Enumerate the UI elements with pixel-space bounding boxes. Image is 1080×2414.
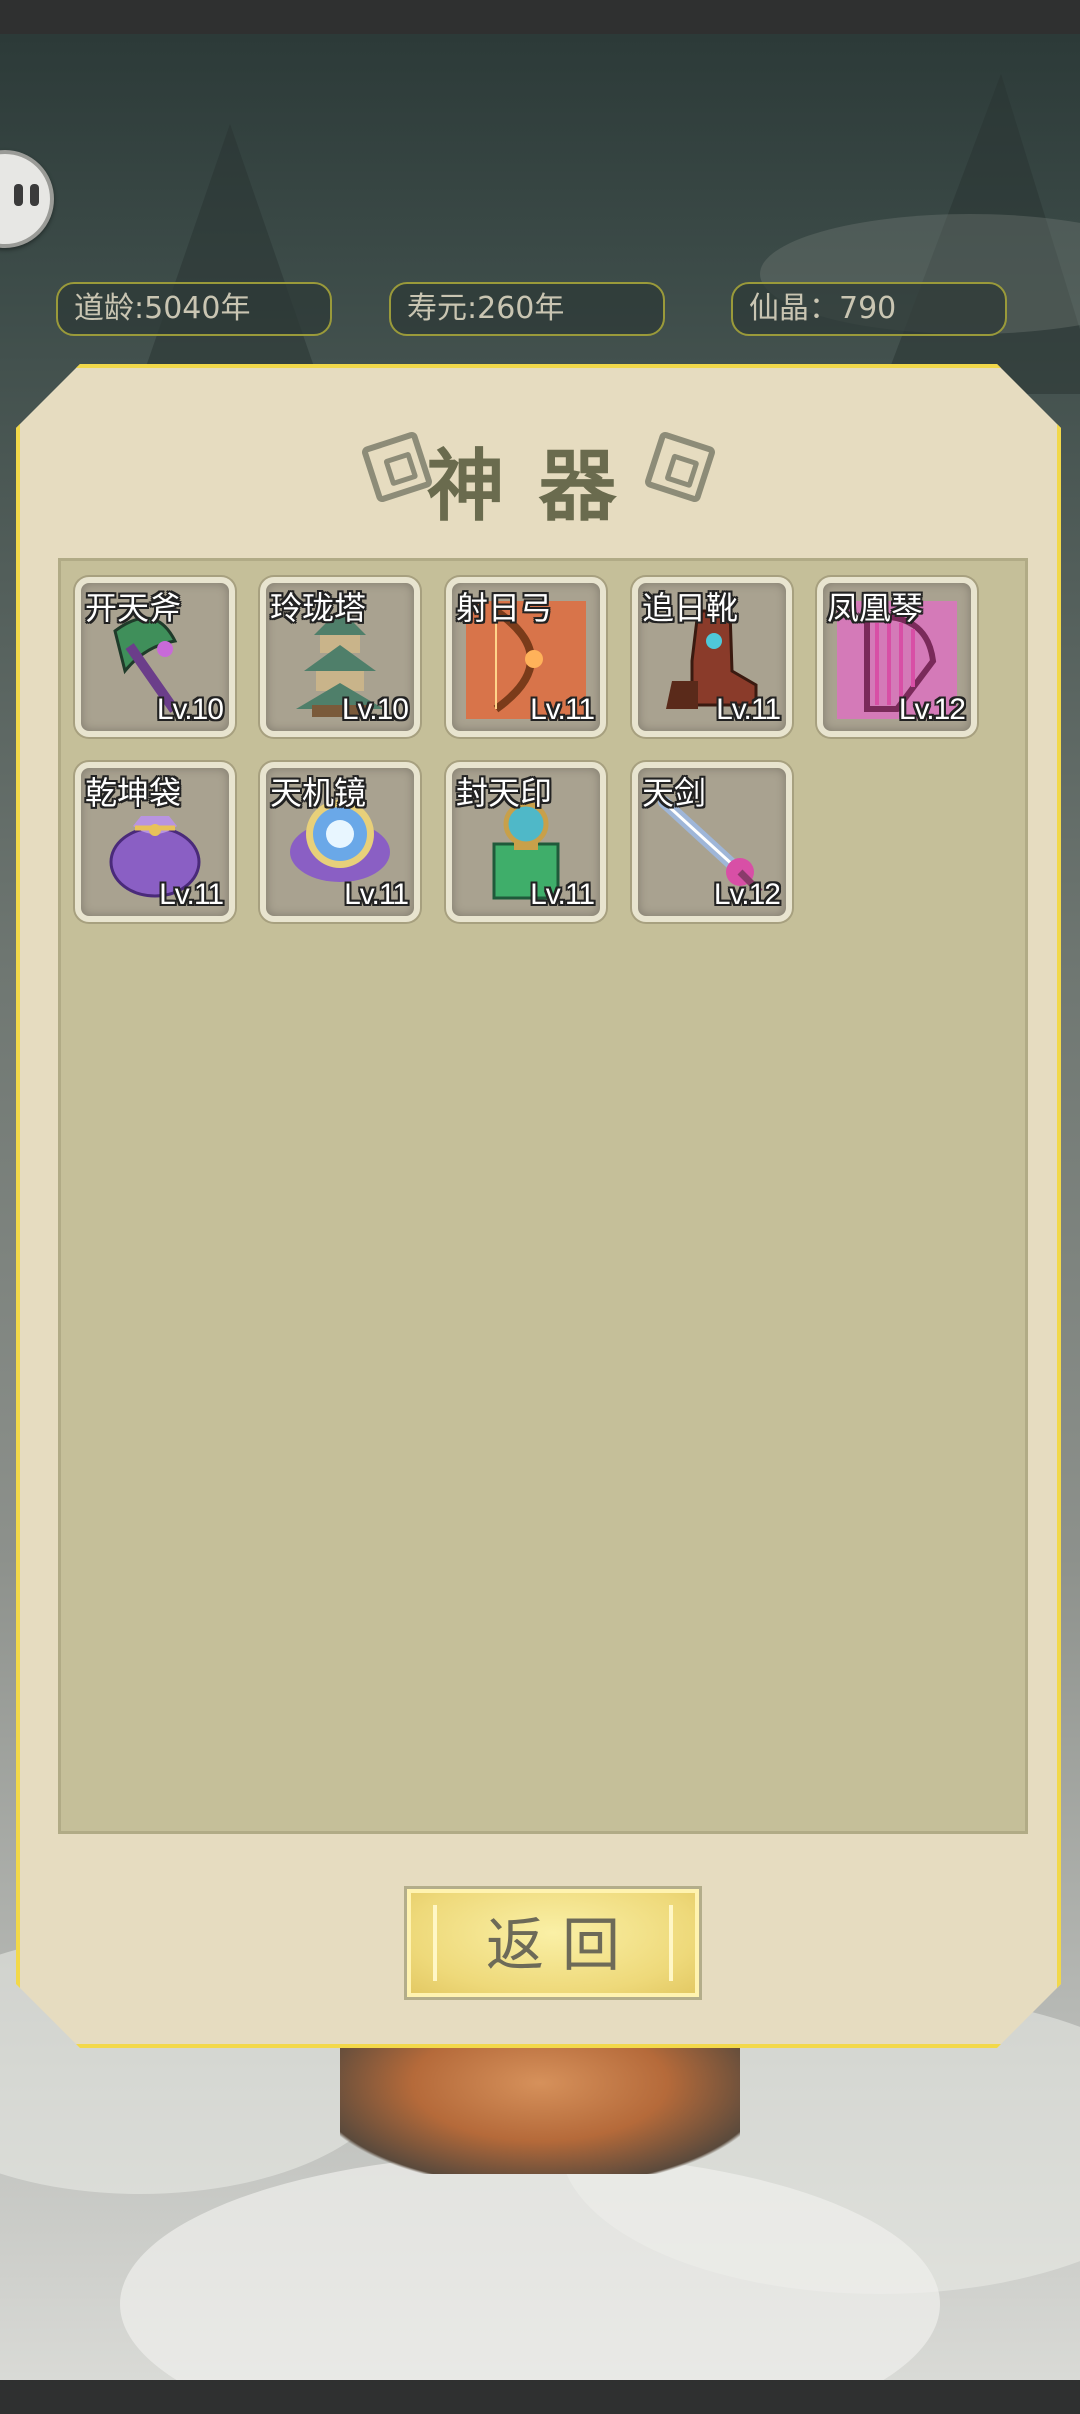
artifact-name: 凤凰琴 (827, 589, 924, 627)
robot-eye (14, 184, 23, 206)
artifact-tile[interactable]: 天剑 Lv.12 (632, 762, 792, 922)
artifact-name: 天机镜 (270, 774, 367, 812)
shouyuan-stat: 寿元:260年 (389, 282, 665, 336)
back-button[interactable]: 返回 (404, 1886, 702, 2000)
artifact-level: Lv.11 (530, 878, 594, 911)
artifact-panel: 神器 开天斧 Lv.10 玲珑塔 Lv.10 射日弓 Lv.11 追日靴 Lv.11 凤凰琴 Lv… (16, 364, 1061, 2048)
artifact-tile[interactable]: 乾坤袋 Lv.11 (75, 762, 235, 922)
artifact-level: Lv.11 (159, 878, 223, 911)
artifact-name: 开天斧 (85, 589, 182, 627)
artifact-level: Lv.12 (713, 878, 780, 911)
artifact-name: 封天印 (456, 774, 553, 812)
artifact-name: 玲珑塔 (270, 589, 367, 627)
artifact-tile[interactable]: 追日靴 Lv.11 (632, 577, 792, 737)
artifact-grid: 开天斧 Lv.10 玲珑塔 Lv.10 射日弓 Lv.11 追日靴 Lv.11 凤凰琴 Lv.12… (58, 558, 1028, 1834)
artifact-level: Lv.11 (344, 878, 408, 911)
artifact-level: Lv.11 (716, 693, 780, 726)
panel-title: 神器 (426, 441, 651, 532)
artifact-name: 追日靴 (642, 589, 739, 627)
artifact-name: 天剑 (642, 774, 707, 812)
artifact-tile[interactable]: 开天斧 Lv.10 (75, 577, 235, 737)
artifact-tile[interactable]: 凤凰琴 Lv.12 (817, 577, 977, 737)
back-button-face: 返回 (407, 1889, 699, 1997)
artifact-name: 射日弓 (456, 589, 553, 627)
artifact-level: Lv.12 (898, 693, 965, 726)
status-bar-bottom (0, 2380, 1080, 2414)
artifact-level: Lv.11 (530, 693, 594, 726)
artifact-tile[interactable]: 天机镜 Lv.11 (260, 762, 420, 922)
lotus-throne (340, 2044, 740, 2174)
artifact-level: Lv.10 (341, 693, 408, 726)
artifact-tile[interactable]: 射日弓 Lv.11 (446, 577, 606, 737)
robot-eye (30, 184, 39, 206)
status-bar-top (0, 0, 1080, 34)
artifact-level: Lv.10 (156, 693, 223, 726)
daoling-stat: 道龄:5040年 (56, 282, 332, 336)
xianjing-stat: 仙晶：790 (731, 282, 1007, 336)
artifact-name: 乾坤袋 (85, 774, 182, 812)
artifact-tile[interactable]: 封天印 Lv.11 (446, 762, 606, 922)
mountain-silhouette (140, 124, 320, 384)
artifact-tile[interactable]: 玲珑塔 Lv.10 (260, 577, 420, 737)
back-button-label: 返回 (485, 1911, 638, 1979)
